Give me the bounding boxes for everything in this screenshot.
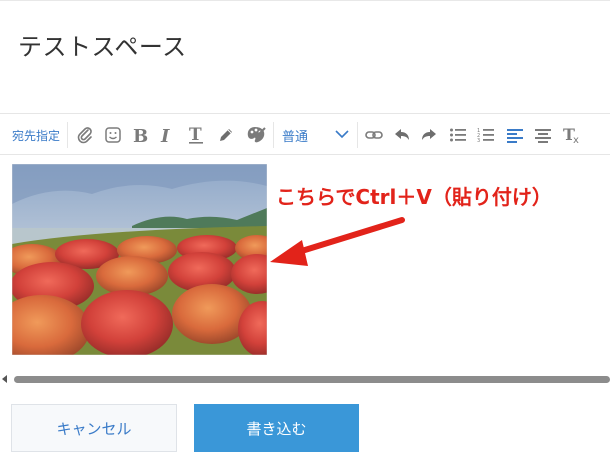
svg-text:T: T bbox=[189, 126, 202, 144]
pasted-image bbox=[12, 164, 267, 355]
editor-toolbar: 宛先指定 B I T 普通 123 T x bbox=[0, 113, 610, 264]
undo-icon[interactable] bbox=[389, 114, 415, 156]
submit-post-button[interactable]: 書き込む bbox=[194, 404, 359, 452]
style-select[interactable]: 普通 bbox=[280, 114, 354, 156]
space-title-area: テストスペース bbox=[0, 0, 610, 110]
recipient-button[interactable]: 宛先指定 bbox=[8, 114, 64, 156]
clear-format-icon[interactable]: Tx bbox=[558, 114, 586, 156]
pen-icon[interactable] bbox=[213, 114, 239, 156]
align-center-icon[interactable] bbox=[530, 114, 556, 156]
style-select-value: 普通 bbox=[282, 130, 309, 145]
italic-icon[interactable]: I bbox=[156, 114, 178, 156]
bulleted-list-icon[interactable] bbox=[445, 114, 471, 156]
space-title: テストスペース bbox=[18, 33, 187, 61]
svg-text:B: B bbox=[133, 126, 148, 144]
svg-text:x: x bbox=[573, 135, 579, 144]
scrollbar-thumb[interactable] bbox=[14, 376, 610, 383]
redo-icon[interactable] bbox=[416, 114, 442, 156]
horizontal-scrollbar[interactable] bbox=[0, 372, 610, 386]
scroll-left-arrow-icon[interactable] bbox=[0, 374, 10, 384]
text-underline-icon[interactable]: T bbox=[184, 114, 208, 156]
message-editor[interactable]: こちらでCtrl＋V（貼り付け） bbox=[0, 156, 610, 370]
numbered-list-icon[interactable]: 123 bbox=[473, 114, 499, 156]
toolbar-divider bbox=[273, 122, 274, 148]
svg-text:3: 3 bbox=[477, 138, 480, 143]
bold-icon[interactable]: B bbox=[128, 114, 152, 156]
emoji-icon[interactable] bbox=[100, 114, 126, 156]
cancel-button[interactable]: キャンセル bbox=[11, 404, 177, 452]
toolbar-divider bbox=[357, 122, 358, 148]
toolbar-divider bbox=[67, 122, 68, 148]
align-left-icon[interactable] bbox=[502, 114, 528, 156]
attachment-icon[interactable] bbox=[72, 114, 98, 156]
paste-instruction-annotation: こちらでCtrl＋V（貼り付け） bbox=[276, 185, 552, 209]
svg-text:I: I bbox=[160, 126, 170, 144]
palette-icon[interactable] bbox=[242, 114, 270, 156]
chevron-down-icon bbox=[334, 128, 350, 140]
red-arrow-icon bbox=[270, 217, 405, 266]
link-icon[interactable] bbox=[361, 114, 387, 156]
